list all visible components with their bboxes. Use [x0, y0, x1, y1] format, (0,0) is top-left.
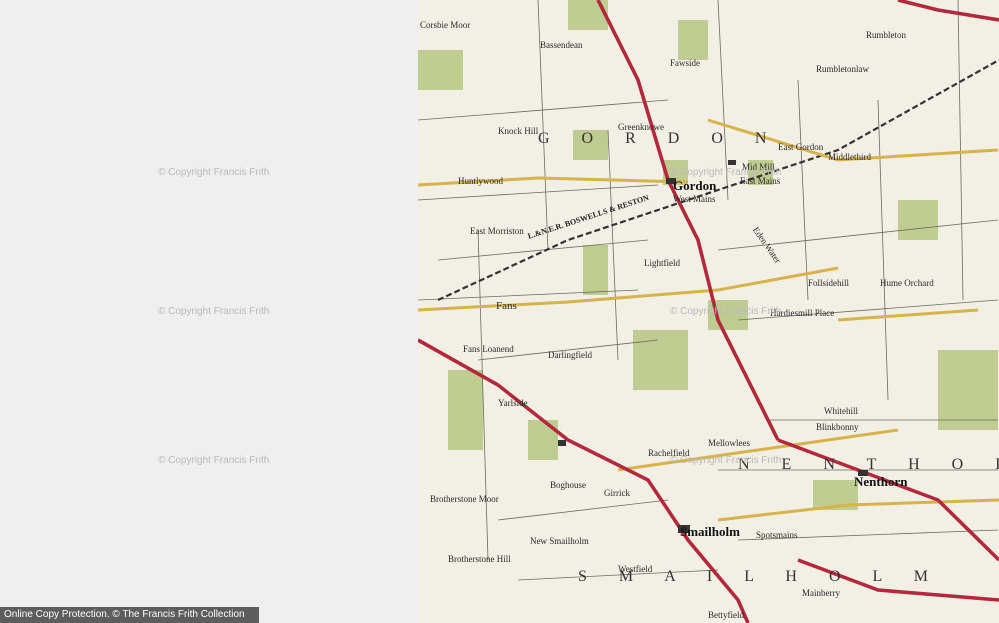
minor-road — [837, 308, 979, 322]
woodland-patch — [633, 330, 688, 390]
woodland-patch — [418, 50, 463, 90]
copy-protection-footer: Online Copy Protection. © The Francis Fr… — [0, 607, 259, 623]
map-panel[interactable]: Gordon Smailholm Nenthorn Fans Fans Loan… — [418, 0, 999, 623]
watermark: © Copyright Francis Frith — [158, 167, 270, 178]
label-follsidehill: Follsidehill — [808, 278, 850, 288]
watermark: © Copyright Francis Frith — [158, 306, 270, 317]
label-girrick: Girrick — [604, 488, 630, 498]
label-huntlywood: Huntlywood — [458, 176, 503, 186]
label-west-mains: West Mains — [673, 194, 716, 204]
watermark: © Copyright Francis Frith — [158, 455, 270, 466]
label-gordon: Gordon — [673, 178, 717, 193]
label-parish-gordon: G O R D O N — [538, 130, 781, 147]
woodland-patch — [528, 420, 558, 460]
label-brotherstone-hill: Brotherstone Hill — [448, 554, 511, 564]
label-knock-hill: Knock Hill — [498, 126, 539, 136]
label-rumbleton: Rumbleton — [866, 30, 906, 40]
label-fans: Fans — [496, 300, 517, 312]
label-bassendean: Bassendean — [540, 40, 583, 50]
label-rumbletonlaw: Rumbletonlaw — [816, 64, 869, 74]
label-mainberry: Mainberry — [802, 588, 840, 598]
label-darlingfield: Darlingfield — [548, 350, 592, 360]
label-spotsmains: Spotsmains — [756, 530, 798, 540]
woodland-patch — [678, 20, 708, 60]
label-boghouse: Boghouse — [550, 480, 586, 490]
label-middlethird: Middlethird — [828, 152, 871, 162]
label-east-morriston: East Morriston — [470, 226, 524, 236]
woodland-patch — [583, 245, 608, 295]
label-yarlside: Yarlside — [498, 398, 528, 408]
woodland-patch — [448, 370, 483, 450]
watermark: © Copyright Francis Frith — [670, 306, 782, 317]
building-marker — [728, 160, 736, 165]
watermark: © Copyright Francis Frith — [670, 455, 782, 466]
woodland-patch — [938, 350, 998, 430]
label-fawside: Fawside — [670, 58, 700, 68]
label-new-smailholm: New Smailholm — [530, 536, 589, 546]
label-lightfield: Lightfield — [644, 258, 680, 268]
label-hume-orchard: Hume Orchard — [880, 278, 934, 288]
minor-road — [418, 266, 839, 312]
label-parish-smailholm: S M A I L H O L M — [578, 568, 942, 585]
label-bettyfield: Bettyfield — [708, 610, 744, 620]
label-corsbie-moor: Corsbie Moor — [420, 20, 471, 30]
woodland-patches — [418, 0, 998, 510]
watermark: © Copyright Francis Frith — [670, 167, 782, 178]
label-smailholm: Smailholm — [680, 524, 740, 539]
label-nenthorn: Nenthorn — [854, 474, 908, 489]
label-fans-loanend: Fans Loanend — [463, 344, 514, 354]
label-east-gordon: East Gordon — [778, 142, 824, 152]
label-brotherstone-moor: Brotherstone Moor — [430, 494, 499, 504]
label-blinkbonny: Blinkbonny — [816, 422, 859, 432]
label-mellowlees: Mellowlees — [708, 438, 750, 448]
major-road — [897, 0, 999, 22]
label-whitehill: Whitehill — [824, 406, 858, 416]
building-marker — [558, 440, 566, 446]
woodland-patch — [898, 200, 938, 240]
left-panel: © Copyright Francis Frith © Copyright Fr… — [0, 0, 418, 623]
